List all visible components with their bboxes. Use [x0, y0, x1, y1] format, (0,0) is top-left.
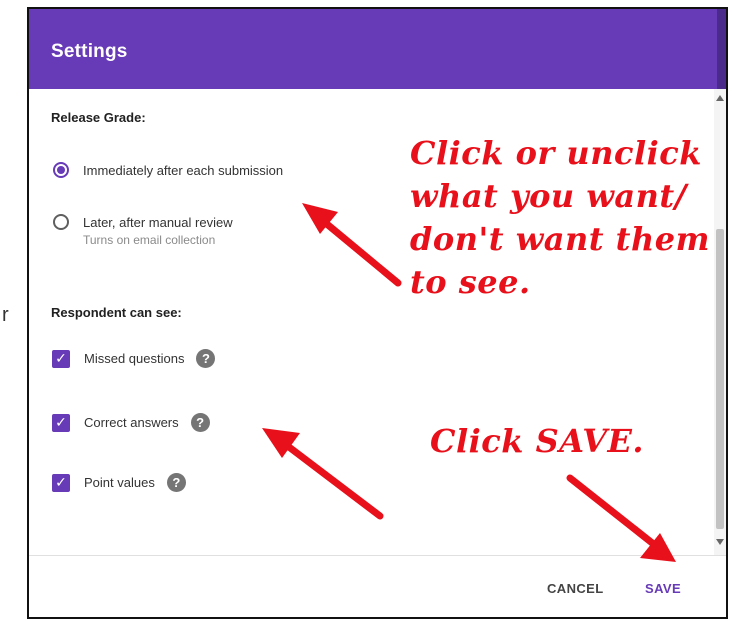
arrow-to-checkboxes-icon — [262, 428, 384, 520]
arrow-to-radio-options-icon — [302, 203, 402, 287]
arrow-to-save-button-icon — [566, 474, 676, 562]
annotation-arrows — [262, 203, 676, 562]
